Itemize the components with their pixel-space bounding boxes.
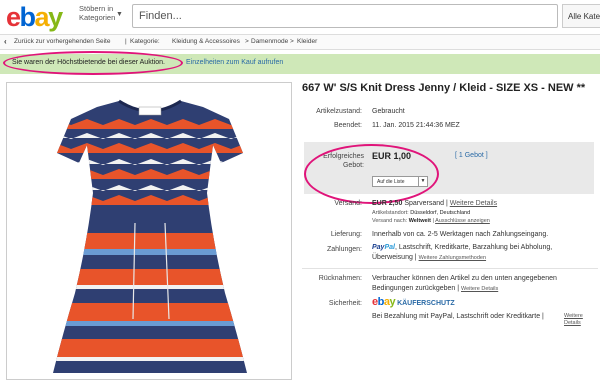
condition-value: Gebraucht xyxy=(372,108,405,115)
site-header: ebay Stöbern in Kategorien ▼ Finden... A… xyxy=(0,0,600,34)
annotation-circle xyxy=(304,144,439,204)
breadcrumb-item[interactable]: Damenmode xyxy=(251,35,288,49)
item-title: 667 W' S/S Knit Dress Jenny / Kleid - SI… xyxy=(302,82,586,94)
exclusions-link[interactable]: Ausschlüsse anzeigen xyxy=(435,218,490,224)
logo-letter: e xyxy=(6,2,21,32)
chevron-left-icon[interactable]: ‹ xyxy=(4,35,7,49)
payment-methods: PayPal, Lastschrift, Kreditkarte, Barzah… xyxy=(372,244,552,251)
paypal-logo: PayPal xyxy=(372,244,395,251)
shipping-price: EUR 2,50 xyxy=(372,200,403,207)
chevron-down-icon[interactable]: ▼ xyxy=(116,11,123,18)
location-value: Düsseldorf, Deutschland xyxy=(410,210,471,216)
paypal-pay: Pay xyxy=(372,244,385,251)
search-input[interactable]: Finden... xyxy=(132,4,558,28)
returns-line2-row: Bedingungen zurückgeben | Weitere Detail… xyxy=(372,285,498,292)
breadcrumb-label: Kategorie: xyxy=(130,38,160,45)
delivery-label: Lieferung: xyxy=(330,231,362,238)
ended-label: Beendet: xyxy=(333,122,362,129)
buyer-protection-label: KÄUFERSCHUTZ xyxy=(397,300,455,307)
logo-letter: a xyxy=(34,2,50,32)
bid-count-link[interactable]: [ 1 Gebot ] xyxy=(455,152,488,159)
purchase-details-link[interactable]: Einzelheiten zum Kauf aufrufen xyxy=(186,59,283,66)
logo-letter: b xyxy=(19,2,37,32)
security-text: Bei Bezahlung mit PayPal, Lastschrift od… xyxy=(372,313,544,320)
shipping-details-link[interactable]: Weitere Details xyxy=(450,200,497,207)
dress-stripe xyxy=(53,249,247,255)
location-label: Artikelstandort: xyxy=(372,210,409,216)
shipping-label: Versand: xyxy=(334,200,362,207)
ships-to-label: Versand nach: xyxy=(372,218,408,224)
dress-stripe xyxy=(53,233,247,249)
dress-stripe xyxy=(53,303,247,321)
paypal-pal: Pal xyxy=(384,244,395,251)
logo-letter: y xyxy=(48,2,63,32)
item-location: Artikelstandort: Düsseldorf, Deutschland xyxy=(372,210,470,216)
breadcrumb: ‹ Zurück zur vorhergehenden Seite | Kate… xyxy=(0,34,600,50)
breadcrumb-separator: | xyxy=(125,38,127,45)
product-image[interactable] xyxy=(6,82,292,380)
all-categories-select[interactable]: Alle Kateg xyxy=(562,4,600,28)
dress-stripe xyxy=(53,339,247,357)
payment-methods-line2: Überweisung xyxy=(372,254,413,261)
returns-details-link[interactable]: Weitere Details xyxy=(461,286,498,292)
buyer-protection-badge: ebay KÄUFERSCHUTZ xyxy=(372,296,455,308)
dress-image xyxy=(53,99,247,373)
delivery-value: Innerhalb von ca. 2-5 Werktagen nach Zah… xyxy=(372,231,549,238)
ships-to-value: Weltweit xyxy=(408,218,431,224)
dress-stripe xyxy=(53,321,247,326)
page: ebay Stöbern in Kategorien ▼ Finden... A… xyxy=(0,0,600,384)
breadcrumb-item[interactable]: Kleider xyxy=(297,35,317,49)
divider xyxy=(302,268,598,269)
security-more-1: Weitere xyxy=(564,313,583,319)
payment-more-link[interactable]: Weitere Zahlungsmethoden xyxy=(419,255,486,261)
returns-line2: Bedingungen zurückgeben | xyxy=(372,285,460,292)
shipping-type: Sparversand xyxy=(404,200,445,207)
returns-line1: Verbraucher können den Artikel zu den un… xyxy=(372,275,557,282)
annotation-circle xyxy=(3,51,183,75)
dress-stripe xyxy=(53,285,247,289)
back-link[interactable]: Zurück zur vorhergehenden Seite xyxy=(14,35,110,49)
payment-methods-line2-row: Überweisung | Weitere Zahlungsmethoden xyxy=(372,254,487,261)
breadcrumb-separator: > xyxy=(245,38,249,45)
logo-letter: y xyxy=(389,296,396,308)
security-more-2: Details xyxy=(564,320,581,326)
ebay-logo[interactable]: ebay xyxy=(6,2,63,32)
ended-value: 11. Jan. 2015 21:44:36 MEZ xyxy=(372,122,460,129)
shipping-info: EUR 2,50 Sparversand | Weitere Details xyxy=(372,200,498,207)
payment-label: Zahlungen: xyxy=(326,246,362,253)
security-details-link[interactable]: Weitere Details xyxy=(564,313,583,327)
breadcrumb-item[interactable]: Kleidung & Accessoires xyxy=(172,35,240,49)
payment-methods-line1: , Lastschrift, Kreditkarte, Barzahlung b… xyxy=(394,244,553,251)
condition-label: Artikelzustand: xyxy=(316,108,362,115)
security-label: Sicherheit: xyxy=(328,300,362,307)
returns-label: Rücknahmen: xyxy=(318,275,362,282)
search-placeholder: Finden... xyxy=(139,10,182,22)
ships-to: Versand nach: Weltweit | Ausschlüsse anz… xyxy=(372,218,490,224)
ebay-small-logo: ebay xyxy=(372,296,396,308)
dress-stripe xyxy=(53,269,247,285)
breadcrumb-separator: > xyxy=(290,38,294,45)
dress-stripe xyxy=(53,357,247,361)
